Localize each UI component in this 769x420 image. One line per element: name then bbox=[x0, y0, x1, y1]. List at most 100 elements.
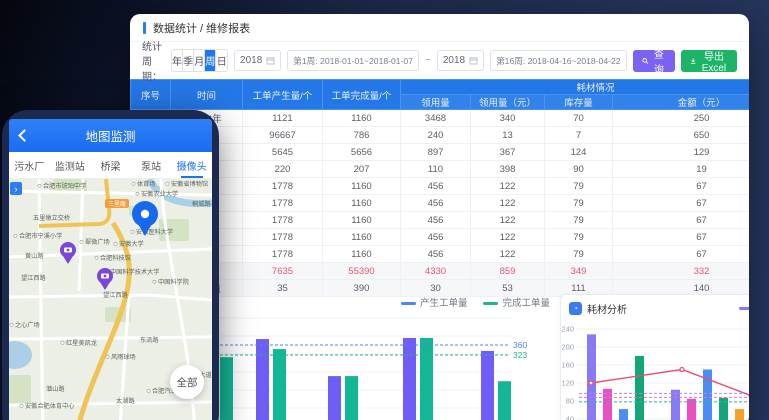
table-cell: 55390 bbox=[323, 263, 401, 280]
table-cell: 340 bbox=[471, 110, 545, 127]
table-cell: 456 bbox=[401, 229, 471, 246]
table-cell: 70 bbox=[545, 110, 613, 127]
period-year-button[interactable]: 年 bbox=[172, 50, 183, 71]
table-cell: 35 bbox=[243, 280, 323, 297]
table-cell: 250 bbox=[613, 110, 750, 127]
table-row: 9177811604561227967 bbox=[131, 246, 750, 263]
subcol-requisition-yuan: 领用量（元） bbox=[471, 95, 545, 110]
tab-sewage-plant[interactable]: 污水厂 bbox=[9, 152, 50, 178]
map-label: 望江西路 bbox=[21, 274, 47, 282]
table-cell: 456 bbox=[401, 195, 471, 212]
workorder-chart-legend: 产生工单量 完成工单量 bbox=[216, 295, 550, 309]
table-cell: 1778 bbox=[243, 229, 323, 246]
map-label: 安徽大学 bbox=[119, 240, 144, 248]
week-from-value: 第1周: 2018-01-01~2018-01-07 bbox=[293, 55, 413, 67]
col-header-index: 序号 bbox=[131, 80, 171, 110]
workorder-chart: 产生工单量 完成工单量 360323 bbox=[216, 295, 550, 420]
table-cell: 90 bbox=[545, 161, 613, 178]
map-expander-toggle[interactable]: › bbox=[10, 182, 22, 195]
week-from-input[interactable]: 第1周: 2018-01-01~2018-01-07 bbox=[287, 50, 419, 71]
year-to-value: 2018 bbox=[443, 55, 465, 66]
legend-swatch-created bbox=[401, 302, 416, 305]
camera-pin[interactable] bbox=[60, 242, 76, 264]
tab-camera[interactable]: 摄像头 bbox=[171, 152, 212, 178]
table-cell: 122 bbox=[471, 212, 545, 229]
legend-item-completed[interactable]: 完成工单量 bbox=[483, 295, 550, 309]
calendar-icon bbox=[469, 56, 478, 65]
table-cell: 96667 bbox=[243, 127, 323, 144]
table-cell: 650 bbox=[613, 127, 750, 144]
phone-app-bar: 地图监测 bbox=[9, 119, 212, 152]
period-quarter-button[interactable]: 季 bbox=[183, 50, 194, 71]
tab-bridge[interactable]: 桥梁 bbox=[90, 152, 131, 178]
subcol-amount: 金额（元） bbox=[613, 95, 750, 110]
table-cell: 53 bbox=[471, 280, 545, 297]
map-label: 中国科学技术大学 bbox=[110, 268, 160, 276]
camera-pin[interactable] bbox=[97, 268, 113, 290]
table-cell: 67 bbox=[613, 195, 750, 212]
table-cell: 67 bbox=[613, 229, 750, 246]
table-row: 42202071103989019 bbox=[131, 161, 750, 178]
calendar-icon bbox=[266, 56, 275, 65]
table-cell: 1160 bbox=[323, 178, 401, 195]
query-button[interactable]: 查询 bbox=[633, 50, 675, 72]
table-cell: 367 bbox=[471, 144, 545, 161]
map-label: 合肥市宁溪小学 bbox=[19, 232, 62, 240]
table-cell: 1160 bbox=[323, 110, 401, 127]
table-cell: 1778 bbox=[243, 246, 323, 263]
legend-label-created: 产生工单量 bbox=[420, 298, 468, 309]
year-from-select[interactable]: 2018 bbox=[234, 50, 281, 71]
breadcrumb: 数据统计 / 维修报表 bbox=[130, 14, 749, 42]
back-chevron-icon[interactable] bbox=[18, 129, 31, 142]
consumable-chart-card: ◔ 耗材分析 2402001601208040 bbox=[560, 294, 749, 420]
table-cell: 456 bbox=[401, 212, 471, 229]
table-cell: 7 bbox=[545, 127, 613, 144]
year-to-select[interactable]: 2018 bbox=[437, 50, 484, 71]
export-excel-button[interactable]: 导出Excel bbox=[681, 50, 737, 72]
table-cell: 240 bbox=[401, 127, 471, 144]
table-cell: 1160 bbox=[323, 195, 401, 212]
table-row: 6177811604561227967 bbox=[131, 195, 750, 212]
table-cell: 124 bbox=[545, 144, 613, 161]
table-cell: 390 bbox=[323, 280, 401, 297]
show-all-button[interactable]: 全部 bbox=[170, 365, 204, 399]
map-label: 五里墩立交桥 bbox=[33, 214, 70, 222]
tab-monitor-station[interactable]: 监测站 bbox=[50, 152, 91, 178]
map-label: 安徽合肥体育中心 bbox=[25, 402, 75, 410]
svg-text:323: 323 bbox=[513, 350, 527, 360]
col-group-consumables: 耗材情况 bbox=[401, 80, 750, 95]
map-label: 安徽省博物馆 bbox=[171, 180, 208, 188]
svg-text:40: 40 bbox=[566, 415, 574, 420]
table-cell: 19 bbox=[613, 161, 750, 178]
table-cell: 398 bbox=[471, 161, 545, 178]
table-row: 5177811604561227967 bbox=[131, 178, 750, 195]
table-cell: 786 bbox=[323, 127, 401, 144]
pie-chart-icon: ◔ bbox=[569, 302, 582, 315]
map-label: 太湖路 bbox=[116, 397, 135, 405]
table-cell: 897 bbox=[401, 144, 471, 161]
period-month-button[interactable]: 月 bbox=[194, 50, 205, 71]
tab-pump-station[interactable]: 泵站 bbox=[131, 152, 172, 178]
subcol-requisition: 领用量 bbox=[401, 95, 471, 110]
table-cell: 456 bbox=[401, 178, 471, 195]
period-segmented-control: 年 季 月 周 日 bbox=[171, 49, 228, 72]
filter-label: 统计周期： bbox=[142, 38, 165, 83]
range-separator: ~ bbox=[425, 55, 431, 66]
table-cell: 129 bbox=[613, 144, 750, 161]
col-header-completed: 工单完成量/个 bbox=[323, 80, 401, 110]
week-to-input[interactable]: 第16周: 2018-04-16~2018-04-22 bbox=[490, 50, 626, 71]
table-cell: 4330 bbox=[401, 263, 471, 280]
period-week-button[interactable]: 周 bbox=[205, 50, 216, 71]
period-day-button[interactable]: 日 bbox=[216, 50, 227, 71]
map-label: 风雨球场 bbox=[111, 353, 136, 361]
map-label: 黄山路 bbox=[25, 252, 44, 260]
consumable-chart-plot: 2402001601208040 bbox=[561, 318, 749, 420]
table-cell: 79 bbox=[545, 178, 613, 195]
table-cell: 5656 bbox=[323, 144, 401, 161]
map-label: 桐城路 bbox=[192, 200, 211, 208]
map-label: 体育场 bbox=[137, 180, 156, 188]
map-view[interactable]: 三里庵 合肥市琥珀中学体育场安徽农业大学安徽省博物馆桐城路五里墩立交桥安徽医科大… bbox=[9, 179, 212, 420]
table-cell: 859 bbox=[471, 263, 545, 280]
legend-item-created[interactable]: 产生工单量 bbox=[401, 295, 468, 309]
year-from-value: 2018 bbox=[240, 55, 262, 66]
